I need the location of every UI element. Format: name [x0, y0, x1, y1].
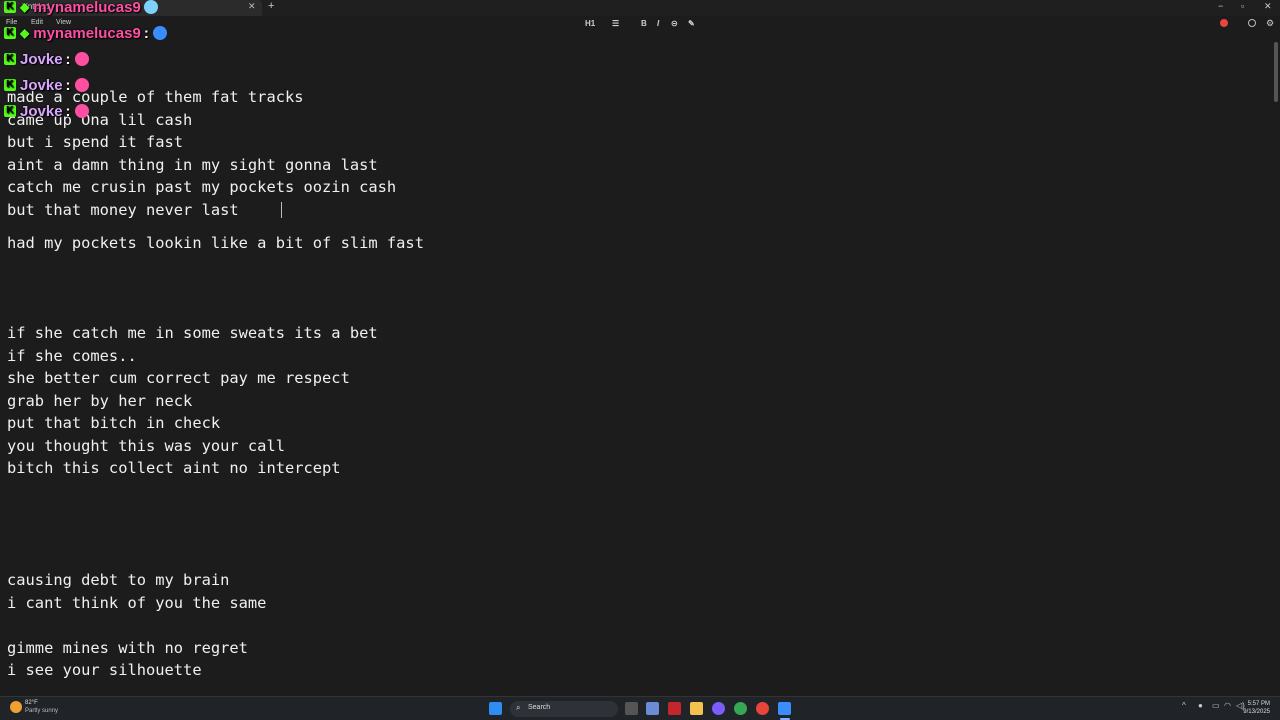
weather-sun-icon[interactable] [10, 701, 22, 713]
tray-mic-icon[interactable]: ● [1198, 701, 1203, 710]
chrome-icon[interactable] [734, 702, 747, 715]
account-icon[interactable] [1248, 19, 1256, 27]
browser-icon[interactable] [756, 702, 769, 715]
wifi-icon[interactable]: ◠ [1224, 701, 1231, 710]
diamond-badge-icon: ◆ [20, 0, 30, 14]
editor-line[interactable]: catch me crusin past my pockets oozin ca… [7, 178, 396, 196]
search-label: Search [528, 704, 551, 711]
editor-line[interactable]: but that money never last [7, 201, 248, 219]
chat-colon: : [65, 50, 71, 68]
chat-username: Jovke [20, 50, 63, 68]
editor-line[interactable]: i see your silhouette [7, 661, 202, 679]
maximize-icon[interactable]: ▫ [1241, 1, 1244, 11]
chat-colon: : [65, 76, 71, 94]
chat-colon: : [143, 24, 149, 42]
kick-badge-icon: K [4, 27, 16, 39]
new-tab-button[interactable]: + [268, 0, 274, 12]
discord-icon[interactable] [712, 702, 725, 715]
notepad-icon[interactable] [778, 702, 791, 715]
editor-line[interactable]: aint a damn thing in my sight gonna last [7, 156, 378, 174]
editor-area[interactable]: made a couple of them fat tracks came up… [0, 32, 1280, 688]
chat-colon: : [65, 102, 71, 120]
text-caret [281, 202, 282, 218]
kick-badge-icon: K [4, 53, 16, 65]
tray-display-icon[interactable]: ▭ [1212, 701, 1220, 710]
kick-badge-icon: K [4, 1, 16, 13]
list-icon[interactable]: ☰ [612, 19, 619, 28]
chat-message: K Jovke : [4, 101, 89, 121]
diamond-badge-icon: ◆ [20, 26, 30, 40]
tab-close-icon[interactable]: ✕ [248, 1, 256, 12]
chat-username: Jovke [20, 76, 63, 94]
chat-username: mynamelucas9 [33, 24, 141, 42]
minimize-icon[interactable]: − [1218, 1, 1223, 11]
start-windows-icon[interactable] [489, 702, 502, 715]
settings-gear-icon[interactable]: ⚙ [1266, 18, 1274, 29]
editor-line[interactable]: had my pockets lookin like a bit of slim… [7, 234, 424, 252]
store-icon[interactable] [646, 702, 659, 715]
chat-message: K Jovke : [4, 75, 89, 95]
emote-icon [74, 104, 89, 118]
emote-icon [74, 52, 89, 66]
chat-message: K Jovke : [4, 49, 89, 69]
editor-line[interactable]: gimme mines with no regret [7, 639, 248, 657]
kick-badge-icon: K [4, 79, 16, 91]
emote-icon [143, 0, 158, 14]
editor-line[interactable]: she better cum correct pay me respect [7, 369, 350, 387]
copilot-icon[interactable] [1220, 19, 1228, 27]
clear-format-icon[interactable]: ✎ [688, 19, 695, 28]
weather-temp[interactable]: 82°F [25, 700, 38, 706]
search-icon: ⌕ [516, 703, 521, 712]
editor-line[interactable]: you thought this was your call [7, 437, 285, 455]
desktop: Untitled ✕ + − ▫ ✕ File Edit View H1 ☰ B… [0, 0, 1280, 720]
editor-line[interactable]: bitch this collect aint no intercept [7, 459, 341, 477]
kick-badge-icon: K [4, 105, 16, 117]
tray-chevron-icon[interactable]: ^ [1182, 701, 1186, 710]
clock[interactable]: 5:57 PM 9/13/2025 [1243, 700, 1270, 716]
weather-desc[interactable]: Partly sunny [25, 708, 58, 714]
chat-username: Jovke [20, 102, 63, 120]
editor-line[interactable]: grab her by her neck [7, 392, 192, 410]
title-bar: Untitled ✕ + − ▫ ✕ [0, 0, 1280, 16]
taskbar-search[interactable]: ⌕ Search [510, 701, 618, 717]
editor-line[interactable]: i cant think of you the same [7, 594, 266, 612]
clock-date: 9/13/2025 [1243, 709, 1270, 715]
scrollbar-thumb[interactable] [1274, 42, 1278, 102]
chat-message: K ◆ mynamelucas9 : [4, 23, 167, 43]
chat-username: mynamelucas9 [33, 0, 141, 16]
clock-time: 5:57 PM [1247, 701, 1270, 707]
editor-line[interactable]: but i spend it fast [7, 133, 183, 151]
editor-line[interactable]: causing debt to my brain [7, 571, 229, 589]
close-window-icon[interactable]: ✕ [1264, 1, 1272, 12]
emote-icon [74, 78, 89, 92]
bold-icon[interactable]: B [641, 19, 647, 28]
app-red-icon[interactable] [668, 702, 681, 715]
task-view-icon[interactable] [625, 702, 638, 715]
file-explorer-icon[interactable] [690, 702, 703, 715]
editor-line[interactable]: if she comes.. [7, 347, 137, 365]
chat-message: K ◆ mynamelucas9 [4, 0, 158, 17]
editor-line[interactable]: put that bitch in check [7, 414, 220, 432]
emote-icon [152, 26, 167, 40]
link-icon[interactable]: ⊝ [671, 19, 678, 28]
italic-icon[interactable]: I [657, 19, 659, 28]
taskbar: 82°F Partly sunny ⌕ Search ^ ● ▭ ◠ ◁) 5:… [0, 696, 1280, 720]
heading-dropdown[interactable]: H1 [585, 19, 595, 28]
menu-bar: File Edit View H1 ☰ B I ⊝ ✎ ⚙ [0, 16, 1280, 31]
editor-line[interactable]: if she catch me in some sweats its a bet [7, 324, 378, 342]
